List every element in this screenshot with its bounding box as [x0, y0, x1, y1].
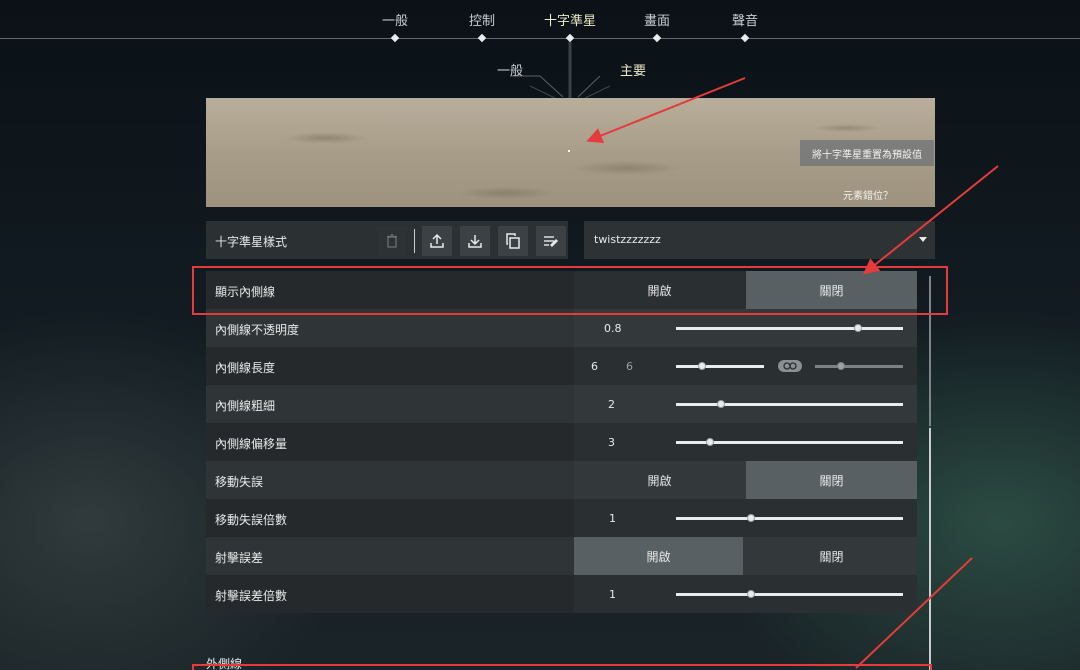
chevron-down-icon — [919, 237, 927, 242]
tab-general[interactable]: 一般 — [355, 10, 435, 29]
setting-label: 顯示內側線 — [215, 285, 276, 299]
tab-marker-icon — [477, 33, 487, 43]
crosshair-style-label: 十字準星樣式 — [215, 235, 288, 249]
top-navigation: 一般 控制 十字準星 畫面 聲音 — [0, 0, 1080, 43]
export-profile-button[interactable] — [422, 226, 452, 256]
rename-profile-button[interactable] — [536, 226, 566, 256]
setting-value[interactable]: 3 — [608, 436, 615, 449]
download-icon — [468, 235, 482, 248]
copy-profile-button[interactable] — [498, 226, 528, 256]
setting-inner-line-opacity: 內側線不透明度 0.8 — [206, 309, 917, 347]
rename-icon — [544, 236, 558, 247]
setting-value[interactable]: 1 — [609, 588, 616, 601]
movement-multiplier-slider[interactable] — [676, 514, 903, 522]
tab-audio[interactable]: 聲音 — [705, 10, 785, 29]
nav-divider — [0, 38, 1080, 39]
setting-label: 移動失誤倍數 — [215, 513, 288, 527]
setting-value[interactable]: 0.8 — [604, 322, 622, 335]
subtab-general[interactable]: 一般 — [497, 60, 523, 79]
crosshair-profile-dropdown[interactable]: twistzzzzzzz — [584, 221, 935, 259]
upload-icon — [430, 233, 444, 248]
toggle-off-option[interactable]: 關閉 — [746, 537, 917, 575]
toggle-on-option[interactable]: 開啟 — [574, 537, 743, 575]
copy-icon — [506, 233, 520, 249]
toggle-on-option[interactable]: 開啟 — [574, 461, 745, 499]
crosshair-style-row: 十字準星樣式 twistzzzzzzz — [206, 221, 935, 259]
import-profile-button[interactable] — [460, 226, 490, 256]
trash-icon — [387, 234, 397, 248]
tab-crosshair[interactable]: 十字準星 — [530, 10, 610, 29]
setting-value[interactable]: 6 — [591, 360, 598, 373]
slider-thumb[interactable] — [717, 400, 726, 408]
setting-label: 內側線不透明度 — [215, 323, 300, 337]
setting-label: 內側線粗細 — [215, 399, 276, 413]
thickness-slider[interactable] — [676, 400, 903, 408]
length-slider-secondary[interactable] — [815, 362, 903, 370]
slider-thumb[interactable] — [698, 362, 707, 370]
setting-movement-error: 移動失誤 開啟 關閉 — [206, 461, 917, 499]
setting-label: 射擊誤差 — [215, 551, 264, 565]
slider-thumb[interactable] — [706, 438, 715, 446]
tab-marker-icon — [740, 33, 750, 43]
setting-value-secondary[interactable]: 6 — [626, 360, 633, 373]
setting-label: 移動失誤 — [215, 475, 264, 489]
toggle-off-option[interactable]: 關閉 — [746, 271, 917, 309]
setting-label: 內側線偏移量 — [215, 437, 288, 451]
delete-profile-button[interactable] — [377, 226, 407, 256]
slider-thumb[interactable] — [746, 590, 755, 598]
setting-label: 射擊誤差倍數 — [215, 589, 288, 603]
reset-crosshair-button[interactable]: 將十字準星重置為預設值 — [800, 140, 934, 166]
link-icon — [783, 362, 797, 370]
tab-marker-icon — [390, 33, 400, 43]
subtab-primary[interactable]: 主要 — [620, 60, 646, 79]
setting-movement-error-multiplier: 移動失誤倍數 1 — [206, 499, 917, 537]
setting-value[interactable]: 1 — [609, 512, 616, 525]
scrollbar-thumb[interactable] — [929, 428, 931, 670]
setting-inner-line-thickness: 內側線粗細 2 — [206, 385, 917, 423]
highlight-box-outer-lines — [192, 664, 932, 670]
setting-inner-line-offset: 內側線偏移量 3 — [206, 423, 917, 461]
setting-value[interactable]: 2 — [608, 398, 615, 411]
tab-video[interactable]: 畫面 — [617, 10, 697, 29]
length-slider[interactable] — [676, 362, 764, 370]
outer-lines-section-title: 外側線 — [206, 657, 243, 670]
offset-slider[interactable] — [676, 438, 903, 446]
elements-misplaced-link[interactable]: 元素錯位？ — [843, 187, 893, 202]
setting-firing-error: 射擊誤差 開啟 關閉 — [206, 537, 917, 575]
toggle-off-option[interactable]: 關閉 — [746, 461, 917, 499]
setting-label: 內側線長度 — [215, 361, 276, 375]
firing-multiplier-slider[interactable] — [676, 590, 903, 598]
crosshair-profile-value: twistzzzzzzz — [594, 233, 661, 246]
toggle-on-option[interactable]: 開啟 — [574, 271, 745, 309]
crosshair-preview-dot — [568, 150, 570, 152]
setting-inner-line-length: 內側線長度 6 6 — [206, 347, 917, 385]
tab-marker-icon — [565, 33, 575, 43]
inner-lines-settings: 顯示內側線 開啟 關閉 內側線不透明度 0.8 內側線長度 6 6 內側線粗細 … — [206, 271, 917, 613]
toolbar-divider — [414, 229, 415, 253]
opacity-slider[interactable] — [676, 324, 903, 332]
tab-marker-icon — [652, 33, 662, 43]
tab-controls[interactable]: 控制 — [442, 10, 522, 29]
slider-thumb[interactable] — [746, 514, 755, 522]
link-values-button[interactable] — [778, 360, 802, 372]
slider-thumb[interactable] — [837, 362, 846, 370]
scrollbar-track-upper[interactable] — [929, 276, 931, 426]
setting-firing-error-multiplier: 射擊誤差倍數 1 — [206, 575, 917, 613]
slider-thumb[interactable] — [853, 324, 862, 332]
setting-show-inner-lines: 顯示內側線 開啟 關閉 — [206, 271, 917, 309]
